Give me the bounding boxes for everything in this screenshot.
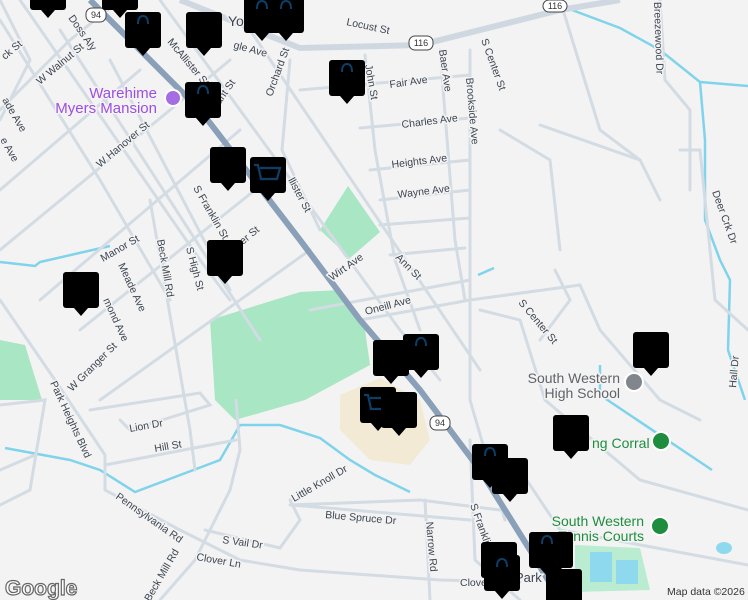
- shopping-pin[interactable]: [484, 555, 520, 599]
- grocery-pin[interactable]: [250, 157, 286, 201]
- svg-text:Wayne Ave: Wayne Ave: [397, 183, 451, 201]
- svg-text:Pennsylvania Rd: Pennsylvania Rd: [113, 491, 185, 546]
- restaurant-pin[interactable]: [373, 340, 409, 384]
- route-shield: 116: [408, 35, 434, 51]
- svg-text:S Vail Dr: S Vail Dr: [222, 534, 264, 552]
- svg-text:116: 116: [414, 38, 428, 48]
- creek: [699, 80, 748, 88]
- svg-text:Heights Ave: Heights Ave: [391, 152, 448, 171]
- map-canvas[interactable]: 94 116 116 94 ck St Doss Aly W Walnut St…: [0, 0, 748, 600]
- museum-icon: [164, 89, 182, 107]
- creek: [477, 266, 495, 277]
- svg-text:116: 116: [548, 1, 562, 11]
- svg-text:High School: High School: [545, 385, 621, 401]
- school-icon: [624, 372, 644, 392]
- svg-text:Deer Crk Dr: Deer Crk Dr: [709, 189, 740, 246]
- shopping-pin[interactable]: [125, 12, 161, 56]
- place-warehime-myers-mansion[interactable]: Warehime Myers Mansion: [54, 84, 182, 119]
- place-corral[interactable]: ng Corral: [591, 431, 671, 453]
- google-logo[interactable]: Google: [4, 576, 78, 600]
- route-shield: 116: [542, 0, 568, 13]
- svg-text:Baer Ave: Baer Ave: [436, 49, 454, 93]
- shopping-bag-icon: [108, 0, 132, 5]
- school-pin[interactable]: [553, 415, 589, 459]
- svg-text:ade Ave: ade Ave: [0, 96, 29, 135]
- svg-text:Clove: Clove: [460, 577, 487, 589]
- tennis-icon: [650, 516, 670, 536]
- shopping-pin[interactable]: [185, 82, 221, 126]
- shopping-pin[interactable]: [30, 0, 66, 18]
- svg-text:South Western: South Western: [552, 513, 644, 529]
- restaurant-pin[interactable]: [546, 569, 582, 600]
- school-pin[interactable]: [63, 272, 99, 316]
- tennis-area: [575, 545, 650, 592]
- school-pin[interactable]: [186, 12, 222, 56]
- pond: [716, 542, 732, 554]
- svg-text:W Granger St: W Granger St: [66, 340, 120, 394]
- svg-text:Narrow Rd: Narrow Rd: [423, 521, 439, 572]
- svg-text:Little Knoll Dr: Little Knoll Dr: [290, 463, 351, 505]
- park-poi-icon: [651, 431, 671, 451]
- shopping-pin[interactable]: [329, 60, 365, 104]
- map-attribution[interactable]: Map data ©2026: [667, 586, 745, 598]
- svg-text:S Center St: S Center St: [478, 37, 508, 92]
- svg-text:gle Ave: gle Ave: [232, 39, 268, 59]
- tennis-court: [590, 552, 612, 582]
- svg-text:Myers Mansion: Myers Mansion: [55, 100, 157, 117]
- svg-text:ng Corral: ng Corral: [592, 435, 650, 451]
- route-shield: 94: [85, 7, 107, 23]
- svg-text:94: 94: [435, 418, 445, 428]
- shopping-bag-icon: [36, 0, 60, 5]
- place-south-western-high-school[interactable]: South Western High School: [526, 369, 644, 403]
- svg-text:Charles Ave: Charles Ave: [401, 112, 459, 131]
- svg-text:94: 94: [91, 10, 101, 20]
- route-shield: 94: [429, 415, 451, 431]
- svg-text:e Ave: e Ave: [0, 136, 21, 165]
- restaurant-pin[interactable]: [210, 147, 246, 191]
- tennis-court: [616, 560, 638, 584]
- svg-text:llister St: llister St: [285, 176, 313, 215]
- svg-text:Locust St: Locust St: [345, 16, 390, 37]
- svg-text:Brookside Ave: Brookside Ave: [463, 77, 481, 145]
- park-area: [320, 186, 380, 258]
- school-pin[interactable]: [633, 332, 669, 376]
- svg-text:Lion Dr: Lion Dr: [128, 417, 164, 435]
- svg-text:Fair Ave: Fair Ave: [389, 74, 429, 91]
- svg-text:Beck Mill Rd: Beck Mill Rd: [142, 547, 182, 600]
- svg-text:Breezewood Dr: Breezewood Dr: [651, 2, 666, 75]
- svg-text:Manor St: Manor St: [99, 233, 142, 265]
- svg-text:South Western: South Western: [528, 370, 620, 386]
- svg-text:Meade Ave: Meade Ave: [115, 261, 148, 314]
- svg-text:Clover Ln: Clover Ln: [195, 551, 241, 571]
- svg-text:Yo: Yo: [228, 13, 244, 29]
- park-area: [0, 340, 42, 400]
